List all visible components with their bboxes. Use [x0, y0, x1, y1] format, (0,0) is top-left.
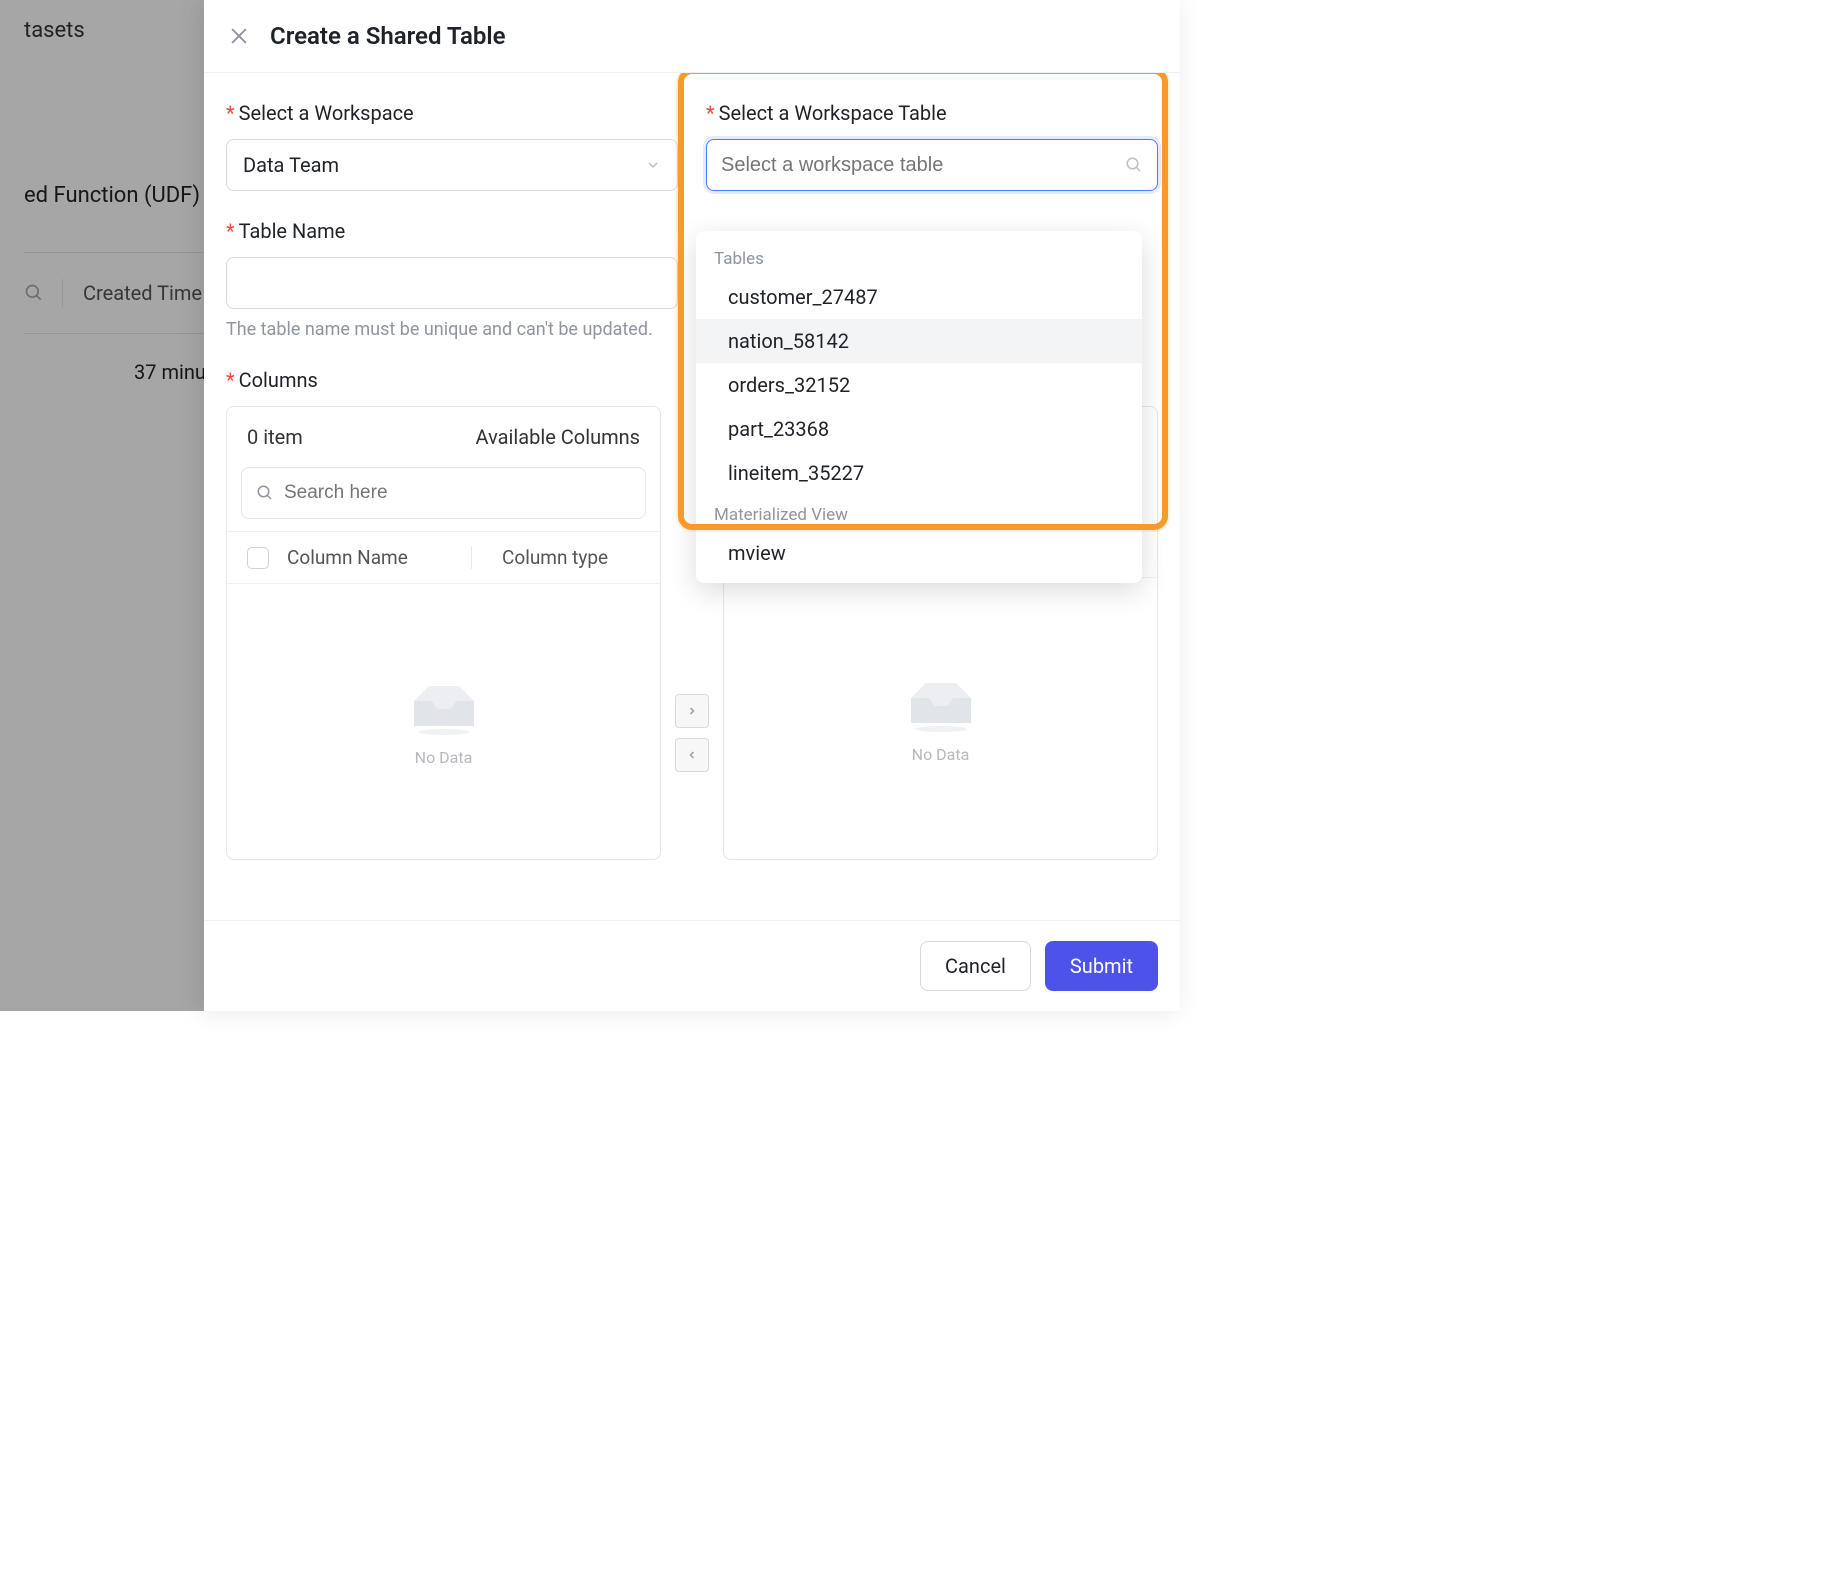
dropdown-group-label: Materialized View — [696, 495, 1142, 531]
drawer-body: *Select a Workspace Data Team *Table Nam… — [204, 73, 1180, 920]
dropdown-item[interactable]: nation_58142 — [696, 319, 1142, 363]
input-table-name[interactable] — [226, 257, 678, 309]
chevron-right-icon — [686, 705, 698, 717]
transfer-left-button[interactable] — [675, 738, 709, 772]
header-column-name: Column Name — [287, 546, 472, 569]
header-column-type: Column type — [490, 546, 640, 569]
available-title: Available Columns — [476, 425, 640, 449]
close-icon[interactable] — [228, 25, 250, 47]
label-select-workspace-table: *Select a Workspace Table — [706, 101, 1158, 125]
cancel-button[interactable]: Cancel — [920, 941, 1031, 991]
create-shared-table-drawer: Create a Shared Table *Select a Workspac… — [204, 0, 1180, 1011]
available-columns-header: Column Name Column type — [227, 531, 660, 584]
drawer-title: Create a Shared Table — [270, 22, 506, 50]
inbox-icon — [901, 673, 981, 733]
select-workspace[interactable]: Data Team — [226, 139, 678, 191]
select-all-checkbox[interactable] — [247, 547, 269, 569]
label-table-name: *Table Name — [226, 219, 678, 243]
label-select-workspace: *Select a Workspace — [226, 101, 678, 125]
selected-empty-state: No Data — [724, 578, 1157, 859]
workspace-table-dropdown[interactable]: Tablescustomer_27487nation_58142orders_3… — [696, 231, 1142, 583]
search-icon — [1125, 156, 1143, 174]
dropdown-group-label: Tables — [696, 239, 1142, 275]
available-columns-search[interactable] — [241, 467, 646, 519]
search-icon — [256, 484, 274, 502]
selected-empty-text: No Data — [912, 745, 970, 764]
chevron-left-icon — [686, 749, 698, 761]
available-empty-text: No Data — [415, 748, 473, 767]
drawer-header: Create a Shared Table — [204, 0, 1180, 73]
inbox-icon — [404, 676, 484, 736]
dropdown-item[interactable]: part_23368 — [696, 407, 1142, 451]
dropdown-item[interactable]: mview — [696, 531, 1142, 575]
transfer-right-button[interactable] — [675, 694, 709, 728]
input-workspace-table-search[interactable] — [721, 154, 1117, 177]
drawer-footer: Cancel Submit — [204, 920, 1180, 1011]
dropdown-item[interactable]: customer_27487 — [696, 275, 1142, 319]
dropdown-item[interactable]: orders_32152 — [696, 363, 1142, 407]
select-workspace-value: Data Team — [243, 153, 339, 177]
submit-button[interactable]: Submit — [1045, 941, 1158, 991]
available-empty-state: No Data — [227, 584, 660, 859]
available-count: 0 item — [247, 425, 303, 449]
transfer-buttons — [675, 694, 709, 772]
chevron-down-icon — [645, 157, 661, 173]
select-workspace-table[interactable] — [706, 139, 1158, 191]
hint-table-name: The table name must be unique and can't … — [226, 319, 678, 340]
available-columns-panel: 0 item Available Columns Column Name Col… — [226, 406, 661, 860]
dropdown-item[interactable]: lineitem_35227 — [696, 451, 1142, 495]
available-columns-search-input[interactable] — [284, 482, 631, 504]
